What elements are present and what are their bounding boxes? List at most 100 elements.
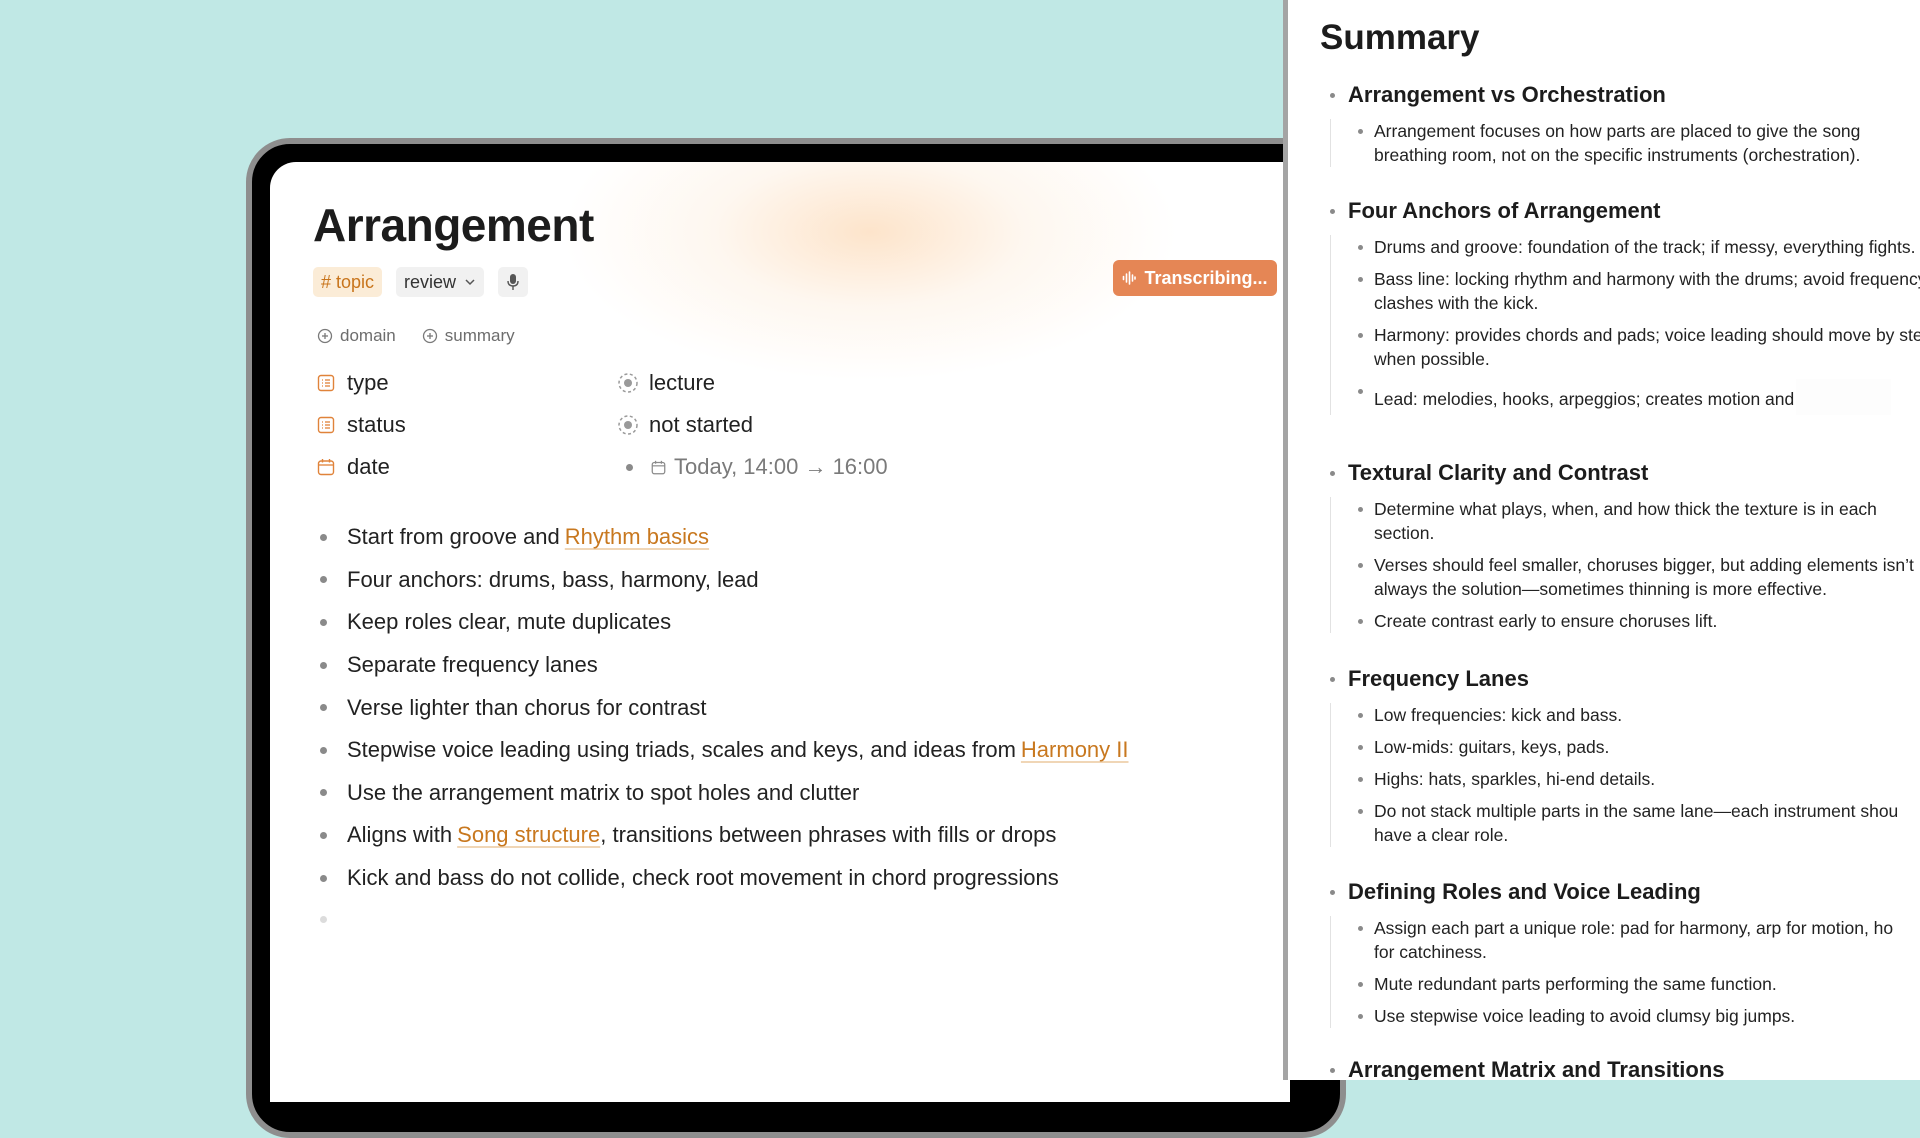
property-status-value[interactable]: not started	[617, 412, 753, 438]
bullet-list: Start from groove and Rhythm basics Four…	[313, 516, 1129, 899]
property-status-text: not started	[649, 412, 753, 437]
list-item-text: , transitions between phrases with fills…	[600, 822, 1057, 848]
add-domain-button[interactable]: domain	[317, 326, 396, 346]
bullet-dot	[1358, 277, 1363, 282]
list-item: Highs: hats, sparkles, hi-end details.	[1358, 767, 1920, 791]
bullet-dot	[1330, 208, 1335, 214]
list-item-text: Harmony: provides chords and pads; voice…	[1374, 325, 1920, 369]
list-icon	[317, 416, 335, 434]
list-item: Create contrast early to ensure choruses…	[1358, 609, 1920, 633]
list-item-text: have a clear role.	[1374, 825, 1509, 845]
list-item-text: Start from groove and	[347, 524, 560, 550]
bullet-dot	[1330, 1067, 1335, 1073]
section-heading: Defining Roles and Voice Leading	[1321, 877, 1920, 907]
bullet-dot	[320, 746, 327, 754]
property-date-value[interactable]: Today, 14:00 → 16:00	[617, 454, 888, 480]
list-item: Harmony: provides chords and pads; voice…	[1358, 323, 1920, 371]
list-item[interactable]: Verse lighter than chorus for contrast	[313, 686, 1129, 729]
select-icon	[617, 372, 639, 394]
note-link-rhythm-basics[interactable]: Rhythm basics	[565, 524, 709, 550]
list-item-text: Verse lighter than chorus for contrast	[347, 694, 707, 720]
section-heading-text: Defining Roles and Voice Leading	[1348, 879, 1701, 904]
property-type-name[interactable]: type	[317, 370, 617, 396]
list-item: Drums and groove: foundation of the trac…	[1358, 235, 1920, 259]
summary-section: Textural Clarity and Contrast Determine …	[1321, 458, 1920, 641]
list-item: Low-mids: guitars, keys, pads.	[1358, 735, 1920, 759]
bullet-dot	[1358, 809, 1363, 814]
chevron-down-icon	[464, 276, 476, 288]
list-item: Mute redundant parts performing the same…	[1358, 972, 1920, 996]
page-title[interactable]: Arrangement	[313, 198, 594, 252]
section-items: Drums and groove: foundation of the trac…	[1330, 235, 1920, 415]
section-heading-text: Arrangement vs Orchestration	[1348, 82, 1666, 107]
bullet-dot	[1330, 676, 1335, 682]
list-item[interactable]: Keep roles clear, mute duplicates	[313, 601, 1129, 644]
list-item[interactable]: Stepwise voice leading using triads, sca…	[313, 729, 1129, 772]
section-heading-text: Arrangement Matrix and Transitions	[1348, 1057, 1725, 1080]
bullet-dot	[320, 661, 327, 669]
tag-topic-label: topic	[336, 272, 375, 292]
property-type-value[interactable]: lecture	[617, 370, 715, 396]
bullet-dot	[320, 704, 327, 712]
tag-topic[interactable]: # topic	[313, 267, 383, 297]
plus-circle-icon	[422, 328, 438, 344]
plus-circle-icon	[317, 328, 333, 344]
summary-section: Arrangement Matrix and Transitions	[1321, 1055, 1920, 1080]
transcribing-button[interactable]: Transcribing...	[1113, 260, 1277, 296]
bullet-dot	[1330, 889, 1335, 895]
transcribing-label: Transcribing...	[1144, 267, 1268, 288]
property-status-label: status	[347, 412, 406, 437]
section-heading-text: Frequency Lanes	[1348, 666, 1529, 691]
property-status-name[interactable]: status	[317, 412, 617, 438]
add-summary-button[interactable]: summary	[422, 326, 515, 346]
list-item-text: Use stepwise voice leading to avoid clum…	[1374, 1006, 1796, 1026]
empty-bullet[interactable]	[320, 916, 327, 923]
section-heading: Textural Clarity and Contrast	[1321, 458, 1920, 488]
review-label: review	[404, 272, 457, 292]
list-item-text: Mute redundant parts performing the same…	[1374, 974, 1777, 994]
section-items: Low frequencies: kick and bass. Low-mids…	[1330, 703, 1920, 847]
list-item-text: Low frequencies: kick and bass.	[1374, 705, 1623, 725]
bullet-dot	[1358, 777, 1363, 782]
microphone-icon	[506, 273, 520, 291]
summary-title: Summary	[1320, 18, 1480, 57]
list-item-text: Lead: melodies, hooks, arpeggios; create…	[1374, 389, 1795, 409]
calendar-icon	[317, 458, 335, 476]
bullet-dot	[1358, 619, 1363, 624]
bullet-dot	[1358, 745, 1363, 750]
section-items: Assign each part a unique role: pad for …	[1330, 916, 1920, 1028]
bullet-dot-icon	[626, 463, 633, 471]
property-status: status not started	[317, 410, 1017, 440]
list-item-text: Stepwise voice leading using triads, sca…	[347, 737, 1016, 763]
list-item: Do not stack multiple parts in the same …	[1358, 799, 1920, 847]
bullet-dot	[1358, 982, 1363, 987]
bullet-dot	[1358, 129, 1363, 134]
property-date-text: Today, 14:00 → 16:00	[674, 454, 888, 479]
list-item-text: Do not stack multiple parts in the same …	[1374, 801, 1899, 821]
list-item[interactable]: Separate frequency lanes	[313, 644, 1129, 687]
property-date: date Today, 14:00 → 16:00	[317, 452, 1017, 482]
list-item-text: for catchiness.	[1374, 942, 1487, 962]
list-item-text: Determine what plays, when, and how thic…	[1374, 499, 1877, 543]
list-item-text: Aligns with	[347, 822, 453, 848]
add-summary-label: summary	[444, 326, 515, 345]
section-heading: Four Anchors of Arrangement	[1321, 196, 1920, 226]
list-item[interactable]: Four anchors: drums, bass, harmony, lead	[313, 559, 1129, 602]
list-item[interactable]: Aligns with Song structure, transitions …	[313, 814, 1129, 857]
list-item[interactable]: Kick and bass do not collide, check root…	[313, 857, 1129, 900]
note-link-song-structure[interactable]: Song structure	[457, 822, 600, 848]
property-date-name[interactable]: date	[317, 454, 617, 480]
list-item-text: Four anchors: drums, bass, harmony, lead	[347, 566, 759, 592]
section-items: Determine what plays, when, and how thic…	[1330, 497, 1920, 633]
bullet-dot	[320, 789, 327, 797]
list-item-text: Arrangement focuses on how parts are pla…	[1374, 121, 1861, 165]
list-item-text: Separate frequency lanes	[347, 652, 598, 678]
microphone-button[interactable]	[498, 267, 529, 297]
review-dropdown[interactable]: review	[396, 267, 485, 297]
bullet-dot	[320, 831, 327, 839]
list-item[interactable]: Use the arrangement matrix to spot holes…	[313, 772, 1129, 815]
list-item[interactable]: Start from groove and Rhythm basics	[313, 516, 1129, 559]
note-editor: Arrangement # topic review Transcribing.…	[270, 162, 1290, 1102]
note-link-harmony-ii[interactable]: Harmony II	[1021, 737, 1129, 763]
tag-bar: # topic review	[313, 267, 529, 297]
